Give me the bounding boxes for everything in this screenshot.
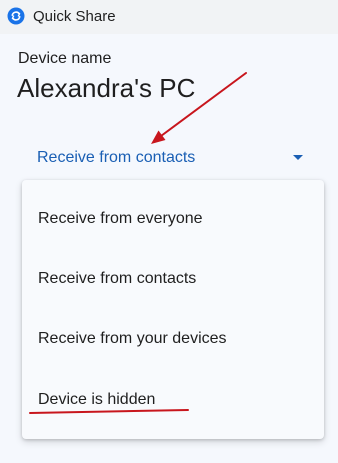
menu-item-receive-from-your-devices[interactable]: Receive from your devices [22,311,324,367]
menu-item-device-is-hidden[interactable]: Device is hidden [22,372,324,428]
menu-item-label: Receive from contacts [38,270,197,287]
menu-item-label: Receive from everyone [38,210,203,227]
menu-item-label: Receive from your devices [38,330,227,347]
receive-visibility-selected-value: Receive from contacts [37,149,196,166]
menu-item-label: Device is hidden [38,391,156,408]
quick-share-icon [7,7,25,25]
title-bar: Quick Share [0,0,338,34]
receive-visibility-dropdown[interactable]: Receive from contacts [22,140,314,176]
receive-visibility-menu: Receive from everyone Receive from conta… [22,180,324,439]
device-name: Alexandra's PC [17,73,196,103]
chevron-down-icon [293,155,303,160]
menu-item-receive-from-contacts[interactable]: Receive from contacts [22,251,324,307]
device-name-label: Device name [18,50,112,67]
menu-item-receive-from-everyone[interactable]: Receive from everyone [22,191,324,247]
app-title: Quick Share [33,8,116,25]
